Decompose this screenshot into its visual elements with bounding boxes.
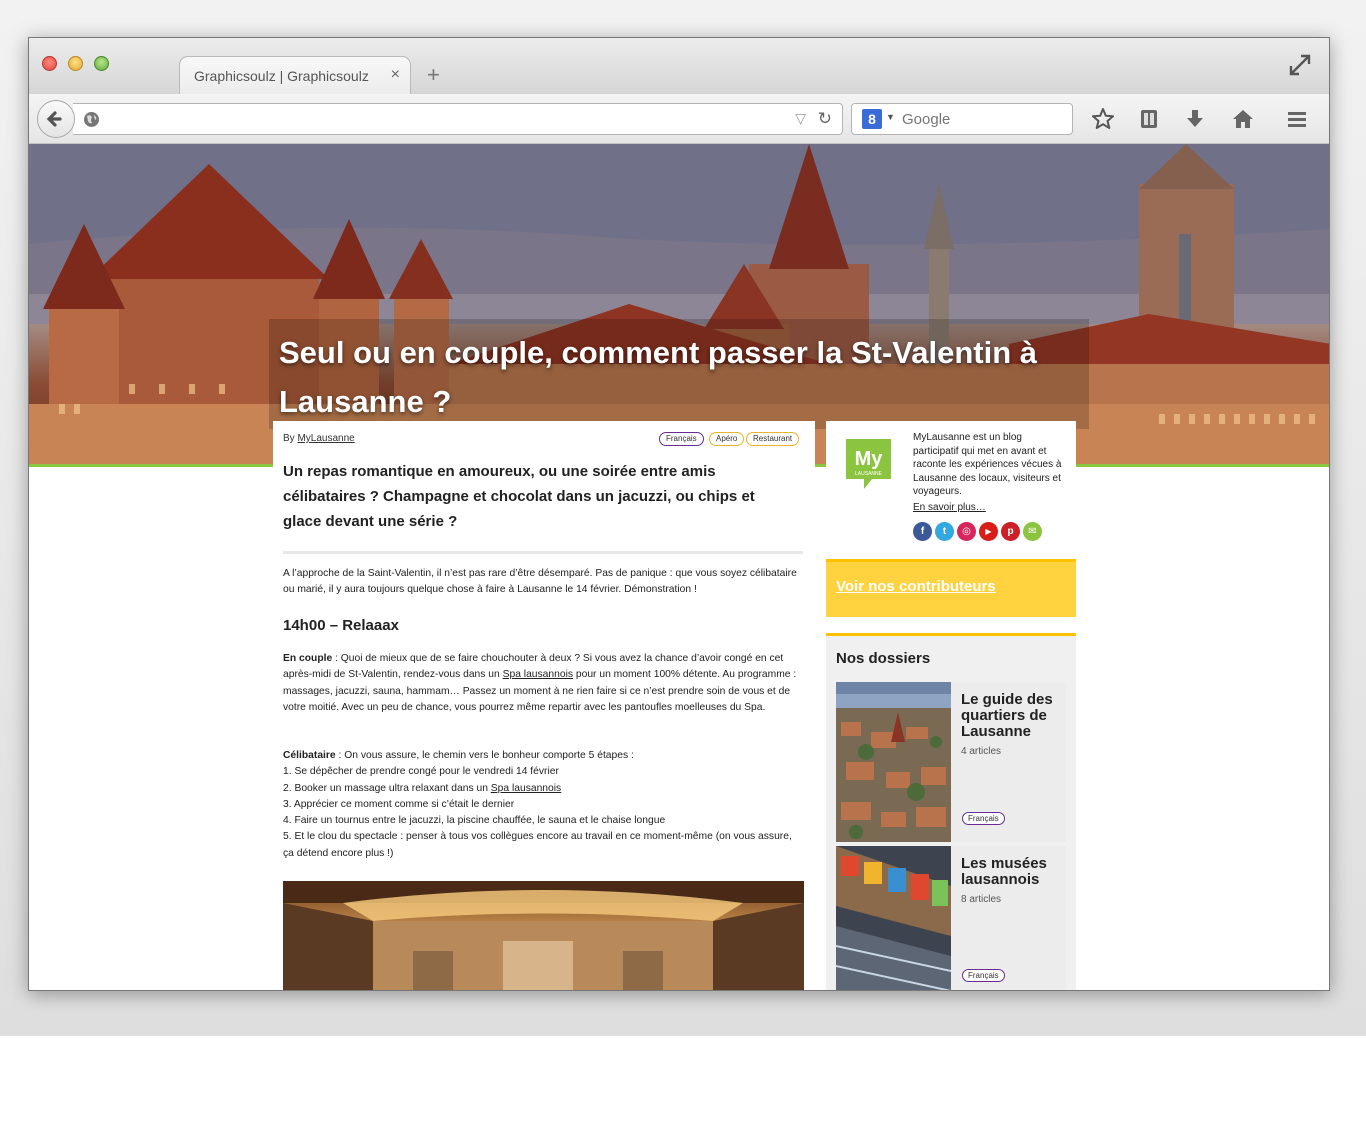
about-box: My LAUSANNE MyLausanne est un blog parti… [826,421,1076,553]
single-intro: Célibataire : On vous assure, le chemin … [283,748,805,764]
contributors-box: Voir nos contributeurs [826,559,1076,617]
list-item: 4. Faire un tournus entre le jacuzzi, la… [283,815,666,827]
pinterest-icon[interactable]: p [1001,522,1020,541]
search-engine-dropdown-icon[interactable]: ▼ [886,112,895,122]
dossier-card[interactable]: Les musées lausannois 8 articles Françai… [836,846,1066,990]
single-label: Célibataire [283,750,336,761]
about-text: MyLausanne est un blog participatif qui … [913,432,1062,497]
dossier-tag[interactable]: Français [962,969,1005,982]
tag-francais[interactable]: Français [659,432,704,446]
search-bar[interactable]: 8 ▼ [851,103,1073,135]
dossier-image [836,846,951,990]
youtube-icon[interactable]: ▶ [979,522,998,541]
tag-apero[interactable]: Apéro [709,432,745,446]
list-item: 1. Se dépêcher de prendre congé pour le … [283,766,559,778]
list-item: 5. Et le clou du spectacle : penser à to… [283,831,792,859]
contributors-link[interactable]: Voir nos contributeurs [836,578,996,595]
author-link[interactable]: MyLausanne [297,433,354,444]
spa-link[interactable]: Spa lausannois [503,669,573,680]
couple-paragraph: En couple : Quoi de mieux que de se fair… [283,651,805,716]
download-icon[interactable] [1183,107,1207,131]
reload-icon[interactable]: ↻ [818,109,832,129]
browser-tab[interactable]: Graphicsoulz | Graphicsoulz × [179,56,411,94]
dossier-title[interactable]: Le guide des quartiers de Lausanne [961,692,1066,740]
tab-close-button[interactable]: × [391,66,400,84]
mylausanne-logo: My LAUSANNE [846,439,891,489]
dossiers-title: Nos dossiers [836,650,931,667]
hero-banner: Seul ou en couple, comment passer la St-… [29,144,1329,466]
list-item: 3. Apprécier ce moment comme si c’était … [283,798,515,810]
email-icon[interactable]: ✉ [1023,522,1042,541]
spa-link-2[interactable]: Spa lausannois [491,783,561,794]
dossier-card[interactable]: Le guide des quartiers de Lausanne 4 art… [836,682,1066,842]
tab-title: Graphicsoulz | Graphicsoulz [194,68,369,84]
list-item: 2. Booker un massage ultra relaxant dans… [283,781,805,797]
menu-icon[interactable] [1285,107,1309,131]
fullscreen-icon[interactable] [1289,54,1311,76]
divider [283,551,803,554]
logo-text: My [855,448,884,470]
home-icon[interactable] [1231,107,1255,131]
dossiers-panel: Nos dossiers Le guide des quartiers de L… [826,633,1076,990]
dossier-title[interactable]: Les musées lausannois [961,856,1066,888]
back-button[interactable] [37,100,75,138]
step-2-text: 2. Booker un massage ultra relaxant dans… [283,782,491,794]
search-input[interactable] [902,108,1062,130]
instagram-icon[interactable]: ◎ [957,522,976,541]
dossier-tag[interactable]: Français [962,812,1005,825]
zoom-window-button[interactable] [94,56,109,71]
url-dropdown-icon[interactable]: ▽ [795,110,806,127]
close-window-button[interactable] [42,56,57,71]
page-title: Seul ou en couple, comment passer la St-… [279,335,1037,419]
title-bar: Graphicsoulz | Graphicsoulz × + [29,38,1329,94]
dossier-image [836,682,951,842]
about-more-link[interactable]: En savoir plus… [913,502,986,513]
facebook-icon[interactable]: f [913,522,932,541]
dossier-count: 4 articles [961,746,1002,757]
minimize-window-button[interactable] [68,56,83,71]
tag-restaurant[interactable]: Restaurant [746,432,800,446]
spa-image [283,881,804,990]
back-icon [46,111,62,127]
globe-icon [84,112,99,127]
article-intro: A l’approche de la Saint-Valentin, il n’… [283,568,797,596]
dossier-count: 8 articles [961,894,1002,905]
browser-window: Graphicsoulz | Graphicsoulz × + ▽ ↻ 8 ▼ [28,37,1330,991]
twitter-icon[interactable]: t [935,522,954,541]
url-bar[interactable]: ▽ ↻ [73,103,843,135]
single-text: : On vous assure, le chemin vers le bonh… [335,750,634,761]
navigation-bar: ▽ ↻ 8 ▼ [29,94,1329,144]
article-card: By MyLausanne Français Apéro Restaurant … [273,421,815,990]
bookmark-star-icon[interactable] [1091,107,1115,131]
reading-list-icon[interactable] [1137,107,1161,131]
couple-label: En couple [283,653,333,664]
single-paragraph: Célibataire : On vous assure, le chemin … [283,748,805,862]
article-lead: Un repas romantique en amoureux, ou une … [283,463,755,530]
byline: By MyLausanne [283,433,355,444]
section-heading: 14h00 – Relaaax [283,617,399,634]
new-tab-button[interactable]: + [427,62,440,88]
logo-subtext: LAUSANNE [855,471,883,477]
search-engine-icon[interactable]: 8 [862,109,882,129]
byline-prefix: By [283,433,298,444]
